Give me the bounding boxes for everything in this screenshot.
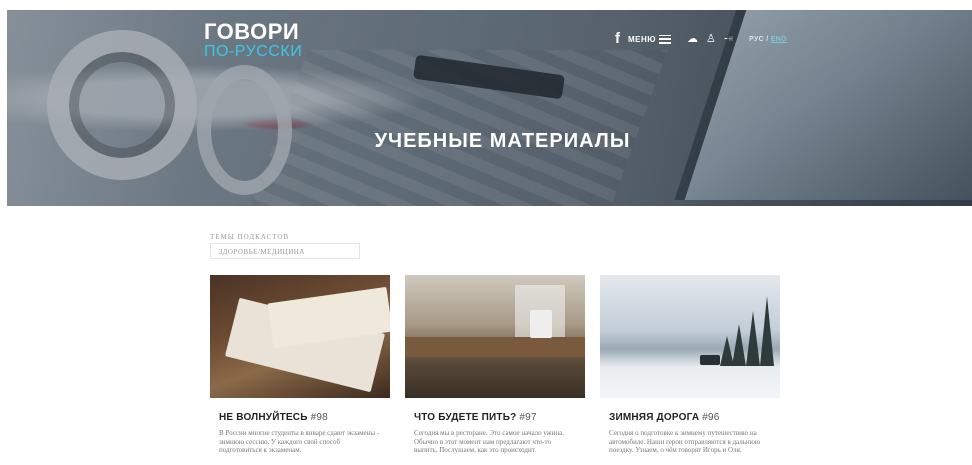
podcast-topics-label: ТЕМЫ ПОДКАСТОВ xyxy=(210,233,290,241)
napkin-shape xyxy=(530,310,552,338)
hero-banner: ГОВОРИ ПО-РУССКИ f МЕНЮ ☁ ♙ ⇥ РУС / ENG … xyxy=(7,10,972,206)
language-switcher: РУС / ENG xyxy=(749,36,787,43)
card-description: В России многие студенты в январе сдают … xyxy=(219,429,380,454)
tree-shape xyxy=(760,296,774,366)
page-title: УЧЕБНЫЕ МАТЕРИАЛЫ xyxy=(374,130,631,152)
logo-sub-text: ПО-РУССКИ xyxy=(204,43,303,60)
car-shape xyxy=(700,355,720,365)
card-title[interactable]: ЗИМНЯЯ ДОРОГА #96 xyxy=(609,412,780,423)
tree-shape xyxy=(732,324,746,366)
card-title-text[interactable]: ЗИМНЯЯ ДОРОГА xyxy=(609,412,699,423)
podcast-card[interactable]: НЕ ВОЛНУЙТЕСЬ #98 В России многие студен… xyxy=(210,275,390,455)
tree-shape xyxy=(746,311,760,366)
top-navigation: f МЕНЮ ☁ ♙ ⇥ РУС / ENG xyxy=(615,31,787,47)
card-title[interactable]: ЧТО БУДЕТЕ ПИТЬ? #97 xyxy=(414,412,585,423)
card-title-text[interactable]: НЕ ВОЛНУЙТЕСЬ xyxy=(219,412,308,423)
card-description: Сегодня о подготовке к зимнему путешеств… xyxy=(609,429,761,454)
cloud-icon[interactable]: ☁ xyxy=(687,31,698,47)
hero-overlay xyxy=(7,10,972,206)
facebook-icon[interactable]: f xyxy=(615,31,620,47)
card-title-text[interactable]: ЧТО БУДЕТЕ ПИТЬ? xyxy=(414,412,516,423)
card-description: Сегодня мы в ресторане. Это самое начало… xyxy=(414,429,564,454)
card-number: #98 xyxy=(310,412,328,423)
lang-alt-link[interactable]: ENG xyxy=(771,36,787,43)
logout-icon[interactable]: ⇥ xyxy=(724,31,733,47)
card-number: #97 xyxy=(519,412,537,423)
card-title[interactable]: НЕ ВОЛНУЙТЕСЬ #98 xyxy=(219,412,390,423)
logo-main-text: ГОВОРИ xyxy=(204,19,300,44)
table-shape xyxy=(405,337,585,357)
lang-current[interactable]: РУС xyxy=(749,36,764,43)
card-number: #96 xyxy=(702,412,720,423)
podcast-card[interactable]: ЧТО БУДЕТЕ ПИТЬ? #97 Сегодня мы в рестор… xyxy=(405,275,585,455)
card-image-restaurant[interactable] xyxy=(405,275,585,398)
lang-separator: / xyxy=(766,35,769,43)
menu-button-label[interactable]: МЕНЮ xyxy=(628,35,656,44)
podcast-card[interactable]: ЗИМНЯЯ ДОРОГА #96 Сегодня о подготовке к… xyxy=(600,275,780,455)
user-icon[interactable]: ♙ xyxy=(706,31,716,47)
podcast-topic-select[interactable]: ЗДОРОВЬЕ/МЕДИЦИНА xyxy=(210,243,360,259)
hamburger-menu-icon[interactable] xyxy=(659,34,672,44)
card-image-book[interactable] xyxy=(210,275,390,398)
card-image-winter-road[interactable] xyxy=(600,275,780,398)
site-logo[interactable]: ГОВОРИ ПО-РУССКИ xyxy=(204,21,302,60)
